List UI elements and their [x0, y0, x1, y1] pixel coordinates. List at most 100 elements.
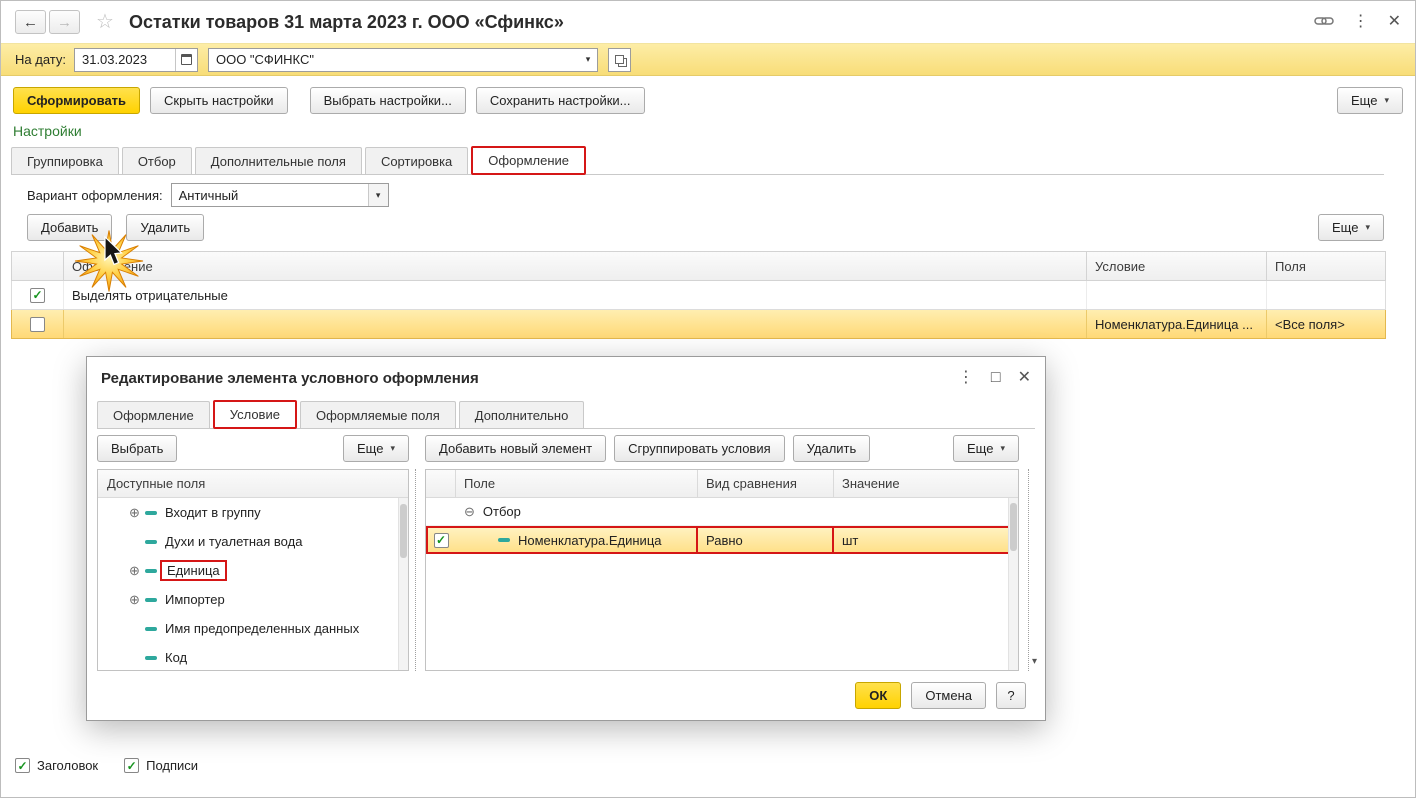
- scrollbar[interactable]: [1008, 498, 1018, 670]
- more-label: Еще: [357, 441, 384, 456]
- collapse-icon[interactable]: ⊖: [464, 505, 475, 518]
- header-condition[interactable]: Условие: [1087, 252, 1267, 280]
- more-button-left[interactable]: Еще ▾: [343, 435, 409, 462]
- expand-icon[interactable]: ⊕: [126, 593, 143, 606]
- page-title: Остатки товаров 31 марта 2023 г. ООО «Сф…: [128, 11, 564, 32]
- add-button[interactable]: Добавить: [27, 214, 113, 241]
- header-checkbox-option[interactable]: ✓ Заголовок: [15, 758, 98, 773]
- splitter[interactable]: [1028, 469, 1029, 671]
- select-button[interactable]: Выбрать: [97, 435, 178, 462]
- checkbox-checked[interactable]: ✓: [30, 287, 45, 303]
- more-menu-icon[interactable]: ⋮: [1353, 14, 1369, 30]
- condition-row-selected[interactable]: ✓ Номенклатура.Единица Равно шт: [426, 526, 1018, 554]
- field-icon: [145, 568, 157, 573]
- help-button[interactable]: ?: [996, 682, 1026, 709]
- checkbox-checked[interactable]: ✓: [433, 532, 449, 548]
- field-icon: [145, 510, 157, 515]
- favorite-star-icon[interactable]: ☆: [96, 12, 114, 32]
- tab-additional[interactable]: Дополнительно: [458, 401, 585, 428]
- dropdown-icon[interactable]: ▾: [367, 184, 388, 206]
- close-icon[interactable]: ✕: [1388, 14, 1401, 30]
- delete-label: Удалить: [806, 441, 857, 456]
- calendar-icon: [180, 54, 192, 65]
- list-item[interactable]: Духи и туалетная вода: [98, 527, 408, 556]
- tab-additional-fields[interactable]: Дополнительные поля: [194, 147, 362, 174]
- header-fields[interactable]: Поля: [1267, 252, 1385, 280]
- splitter[interactable]: [415, 469, 416, 671]
- table-header: Поле Вид сравнения Значение: [426, 470, 1018, 498]
- scrollbar[interactable]: [398, 498, 408, 670]
- dialog-footer: ОК Отмена ?: [855, 682, 1026, 709]
- cell-field: Номенклатура.Единица: [456, 526, 698, 554]
- more-button-right[interactable]: Еще ▾: [953, 435, 1019, 462]
- header-value[interactable]: Значение: [834, 470, 1018, 497]
- dialog-tabs: Оформление Условие Оформляемые поля Допо…: [97, 400, 1035, 429]
- tab-sorting[interactable]: Сортировка: [364, 147, 469, 174]
- checkbox-unchecked[interactable]: [30, 316, 45, 332]
- table-row[interactable]: ✓ Выделять отрицательные: [11, 281, 1386, 310]
- save-settings-label: Сохранить настройки...: [489, 92, 631, 108]
- header-checkbox-column: [12, 252, 64, 280]
- group-row[interactable]: ⊖ Отбор: [426, 498, 1018, 526]
- back-button[interactable]: ←: [15, 10, 46, 34]
- field-icon: [145, 539, 157, 544]
- tab-filter[interactable]: Отбор: [121, 147, 192, 174]
- maximize-icon[interactable]: □: [991, 370, 1001, 386]
- field-icon: [145, 626, 157, 631]
- hide-settings-button[interactable]: Скрыть настройки: [150, 86, 288, 114]
- delete-button[interactable]: Удалить: [126, 214, 205, 241]
- organization-select[interactable]: ООО "СФИНКС" ▾: [207, 47, 598, 72]
- checkbox-checked[interactable]: ✓: [15, 758, 30, 773]
- more-button-top[interactable]: Еще ▾: [1337, 86, 1403, 114]
- scrollbar-thumb[interactable]: [1010, 503, 1017, 551]
- dropdown-icon[interactable]: ▾: [579, 49, 597, 71]
- list-item[interactable]: Код: [98, 643, 408, 672]
- add-new-element-button[interactable]: Добавить новый элемент: [425, 435, 607, 462]
- date-input[interactable]: 31.03.2023: [73, 47, 198, 72]
- choose-settings-button[interactable]: Выбрать настройки...: [309, 86, 466, 114]
- list-item-highlighted[interactable]: ⊕ Единица: [98, 556, 408, 585]
- scrollbar-thumb[interactable]: [400, 504, 407, 558]
- variant-row: Вариант оформления: Античный ▾: [27, 183, 389, 207]
- header-formatting[interactable]: Оформление: [64, 252, 1087, 280]
- scroll-down-icon[interactable]: ▾: [1032, 656, 1037, 667]
- close-icon[interactable]: ✕: [1018, 370, 1031, 386]
- add-new-element-label: Добавить новый элемент: [439, 441, 593, 456]
- variant-select[interactable]: Античный ▾: [170, 183, 389, 207]
- check-icon: ✓: [126, 758, 137, 773]
- check-icon: ✓: [32, 288, 43, 302]
- captions-checkbox-label: Подписи: [146, 758, 199, 773]
- list-item[interactable]: ⊕ Входит в группу: [98, 498, 408, 527]
- expand-icon[interactable]: ⊕: [126, 564, 143, 577]
- tab-formatted-fields[interactable]: Оформляемые поля: [299, 401, 456, 428]
- more-button-settings[interactable]: Еще ▾: [1318, 214, 1384, 241]
- tab-formatting[interactable]: Оформление: [97, 401, 210, 428]
- cancel-button[interactable]: Отмена: [911, 682, 986, 709]
- table-row-selected[interactable]: Номенклатура.Единица ... <Все поля>: [11, 310, 1386, 339]
- group-conditions-button[interactable]: Сгруппировать условия: [614, 435, 785, 462]
- tab-formatting[interactable]: Оформление: [471, 146, 586, 175]
- tab-grouping[interactable]: Группировка: [11, 147, 119, 174]
- choose-icon: [614, 55, 624, 64]
- checkbox-checked[interactable]: ✓: [124, 758, 140, 773]
- list-item-label: Код: [165, 650, 188, 665]
- list-item[interactable]: ⊕ Импортер: [98, 585, 408, 614]
- cell-condition: Номенклатура.Единица ...: [1087, 310, 1267, 338]
- forward-button[interactable]: →: [49, 10, 80, 34]
- expand-icon[interactable]: ⊕: [126, 506, 143, 519]
- choose-from-list-button[interactable]: [607, 47, 631, 72]
- more-menu-icon[interactable]: ⋮: [958, 370, 974, 386]
- header-field[interactable]: Поле: [456, 470, 698, 497]
- calendar-button[interactable]: [174, 48, 197, 71]
- header-comparison[interactable]: Вид сравнения: [698, 470, 834, 497]
- cell-comparison: Равно: [698, 526, 834, 554]
- link-icon[interactable]: [1313, 15, 1334, 30]
- generate-button[interactable]: Сформировать: [13, 86, 141, 114]
- ok-button[interactable]: ОК: [855, 682, 902, 709]
- delete-button[interactable]: Удалить: [792, 435, 871, 462]
- list-item[interactable]: Имя предопределенных данных: [98, 614, 408, 643]
- tab-condition[interactable]: Условие: [212, 400, 297, 429]
- save-settings-button[interactable]: Сохранить настройки...: [475, 86, 645, 114]
- available-fields-header: Доступные поля: [98, 470, 408, 498]
- captions-checkbox-option[interactable]: ✓ Подписи: [124, 758, 198, 773]
